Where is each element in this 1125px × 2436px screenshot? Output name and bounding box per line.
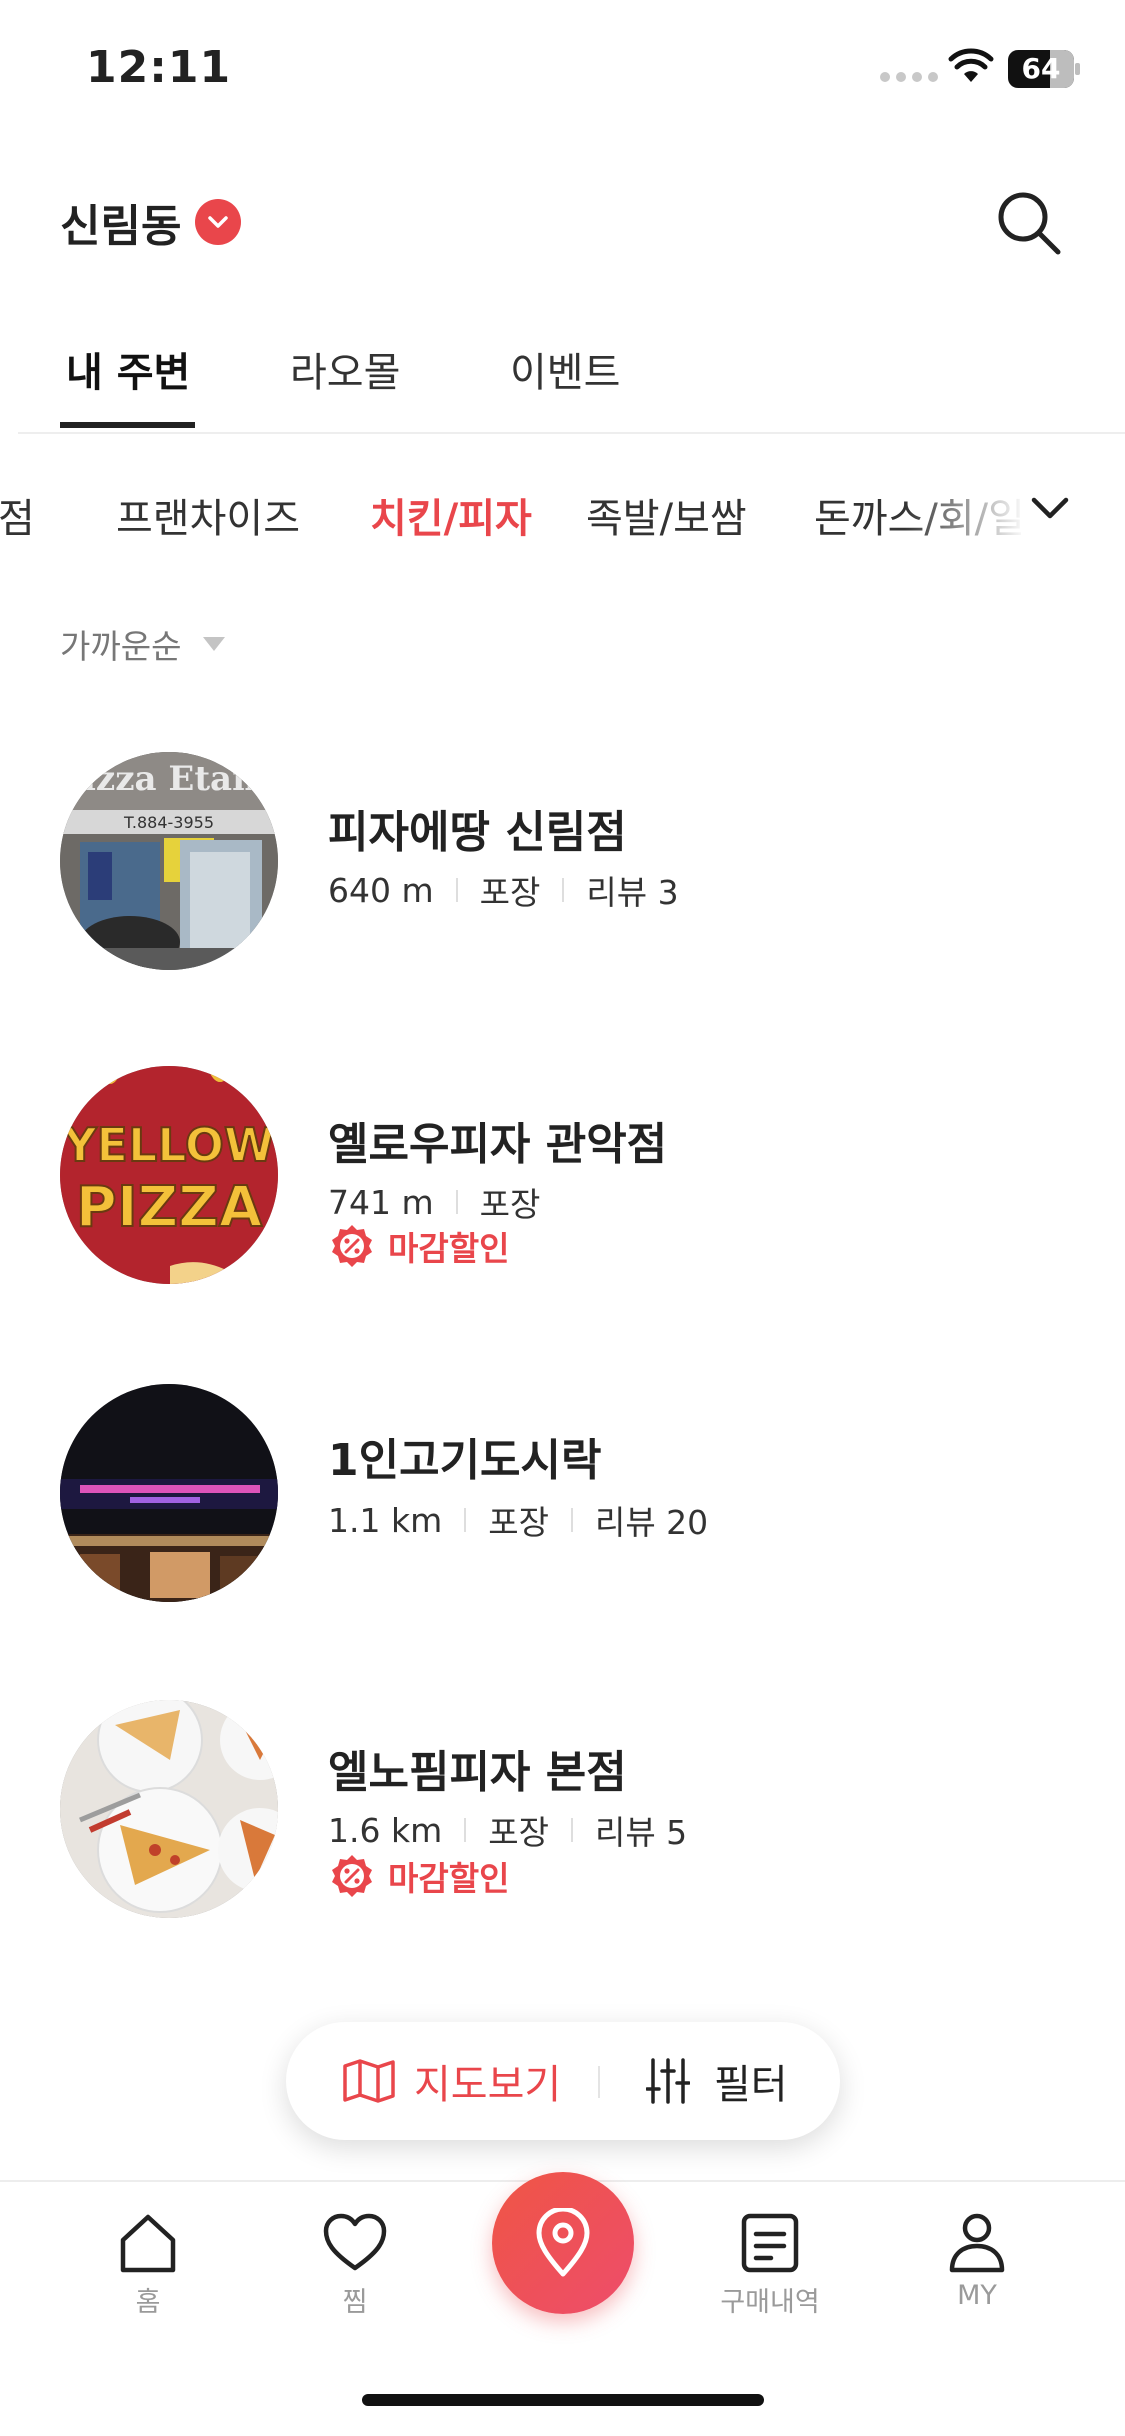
category-jokbal-bossam[interactable]: 족발/보쌈 (586, 486, 747, 544)
store-name: 엘노핌피자 본점 (328, 1747, 627, 1798)
battery-icon: 64 (1008, 50, 1080, 88)
category-chicken-pizza[interactable]: 치킨/피자 (370, 486, 532, 544)
store-distance: 741 m (328, 1182, 434, 1222)
filter-button[interactable]: 필터 (646, 2022, 788, 2140)
top-tabs: 내 주변 라오몰 이벤트 (0, 330, 1125, 434)
svg-text:YELLOW: YELLOW (62, 1118, 275, 1172)
nav-my[interactable]: MY (897, 2212, 1057, 2311)
store-name: 옐로우피자 관악점 (328, 1119, 668, 1170)
chevron-down-icon[interactable] (1026, 488, 1074, 528)
nav-orders[interactable]: 구매내역 (690, 2212, 850, 2319)
separator (570, 1818, 573, 1842)
store-item[interactable]: 엘노핌피자 본점 1.6 km 포장 리뷰 5 마감할인 (0, 1700, 1125, 1930)
nav-wishlist-label: 찜 (342, 2287, 368, 2318)
category-fade (905, 470, 1125, 550)
svg-text:Pizza Etang: Pizza Etang (60, 759, 278, 799)
category-scroller[interactable]: 점 프랜차이즈 치킨/피자 족발/보쌈 돈까스/회/일식 (0, 470, 1125, 550)
discount-badge: 마감할인 (328, 1222, 509, 1270)
store-distance: 640 m (328, 870, 434, 910)
filter-sliders-icon (646, 2058, 690, 2104)
status-time: 12:11 (86, 42, 232, 93)
svg-text:PIZZA: PIZZA (76, 1175, 263, 1240)
store-name: 피자에땅 신림점 (328, 807, 627, 858)
discount-label: 마감할인 (388, 1859, 510, 1898)
map-view-button[interactable]: 지도보기 (342, 2022, 561, 2140)
store-review-count: 리뷰 5 (594, 1813, 688, 1852)
location-pin-icon (536, 2208, 590, 2277)
discount-percent-icon (332, 1225, 372, 1267)
nav-wishlist[interactable]: 찜 (275, 2212, 435, 2319)
screen: 12:11 64 신림동 내 주변 라오몰 이벤트 점 프랜차이즈 치킨/피자 … (0, 0, 1125, 2436)
status-bar: 12:11 64 (0, 0, 1125, 140)
divider (598, 2066, 600, 2098)
cellular-signal-icon (880, 72, 938, 82)
store-type: 포장 (488, 1813, 549, 1852)
tab-event[interactable]: 이벤트 (510, 340, 620, 398)
separator (455, 878, 458, 902)
tab-lao-mall[interactable]: 라오몰 (290, 340, 400, 398)
store-distance: 1.6 km (328, 1810, 443, 1850)
profile-icon (949, 2213, 1005, 2273)
store-thumbnail (60, 1700, 278, 1918)
wifi-icon (948, 48, 994, 82)
caret-down-icon (203, 637, 226, 651)
discount-badge: 마감할인 (328, 1852, 509, 1900)
store-type: 포장 (488, 1503, 549, 1542)
sort-label: 가까운순 (60, 627, 182, 666)
location-name: 신림동 (60, 201, 182, 252)
store-item[interactable]: 1인고기도시락 1.1 km 포장 리뷰 20 (0, 1384, 1125, 1614)
store-thumbnail: YELLOW PIZZA (60, 1066, 278, 1284)
search-icon[interactable] (994, 188, 1064, 258)
store-meta: 640 m 포장 리뷰 3 (328, 866, 679, 914)
receipt-icon (741, 2213, 799, 2273)
separator (570, 1508, 573, 1532)
store-distance: 1.1 km (328, 1500, 443, 1540)
divider (18, 432, 1125, 434)
store-item[interactable]: YELLOW PIZZA 옐로우피자 관악점 741 m 포장 마감할인 (0, 1066, 1125, 1296)
store-type: 포장 (479, 873, 541, 912)
map-view-label: 지도보기 (414, 2062, 562, 2108)
store-item[interactable]: Pizza Etang T.884-3955 피자에땅 신림점 640 m 포장… (0, 748, 1125, 978)
map-icon (343, 2059, 395, 2103)
location-selector[interactable]: 신림동 (60, 190, 242, 254)
chevron-down-icon (195, 199, 242, 245)
nav-home[interactable]: 홈 (68, 2212, 228, 2319)
discount-percent-icon (332, 1855, 372, 1897)
nav-home-label: 홈 (135, 2287, 161, 2318)
store-review-count: 리뷰 20 (594, 1503, 709, 1542)
active-tab-indicator (60, 422, 195, 428)
store-meta: 741 m 포장 (328, 1178, 540, 1226)
nav-my-label: MY (957, 2280, 997, 2311)
battery-level: 64 (1021, 52, 1061, 85)
store-meta: 1.1 km 포장 리뷰 20 (328, 1496, 708, 1544)
category-franchise[interactable]: 프랜차이즈 (116, 486, 300, 544)
store-thumbnail (60, 1384, 278, 1602)
category-item[interactable]: 점 (0, 486, 35, 544)
separator (455, 1190, 458, 1214)
floating-action-bar: 지도보기 필터 (286, 2022, 840, 2140)
separator (464, 1818, 467, 1842)
svg-text:T.884-3955: T.884-3955 (123, 813, 214, 832)
store-thumbnail: Pizza Etang T.884-3955 (60, 752, 278, 970)
store-type: 포장 (479, 1185, 541, 1224)
home-indicator (362, 2394, 764, 2406)
separator (464, 1508, 467, 1532)
discount-label: 마감할인 (388, 1229, 510, 1268)
store-name: 1인고기도시락 (328, 1435, 602, 1486)
store-meta: 1.6 km 포장 리뷰 5 (328, 1806, 687, 1854)
sort-dropdown[interactable]: 가까운순 (60, 620, 226, 668)
nav-location-button[interactable] (492, 2172, 634, 2314)
filter-label: 필터 (714, 2062, 788, 2108)
nav-orders-label: 구매내역 (720, 2287, 820, 2318)
tab-nearby[interactable]: 내 주변 (66, 340, 190, 398)
separator (562, 878, 565, 902)
home-icon (120, 2214, 176, 2273)
store-review-count: 리뷰 3 (586, 873, 679, 912)
heart-icon (323, 2213, 387, 2271)
